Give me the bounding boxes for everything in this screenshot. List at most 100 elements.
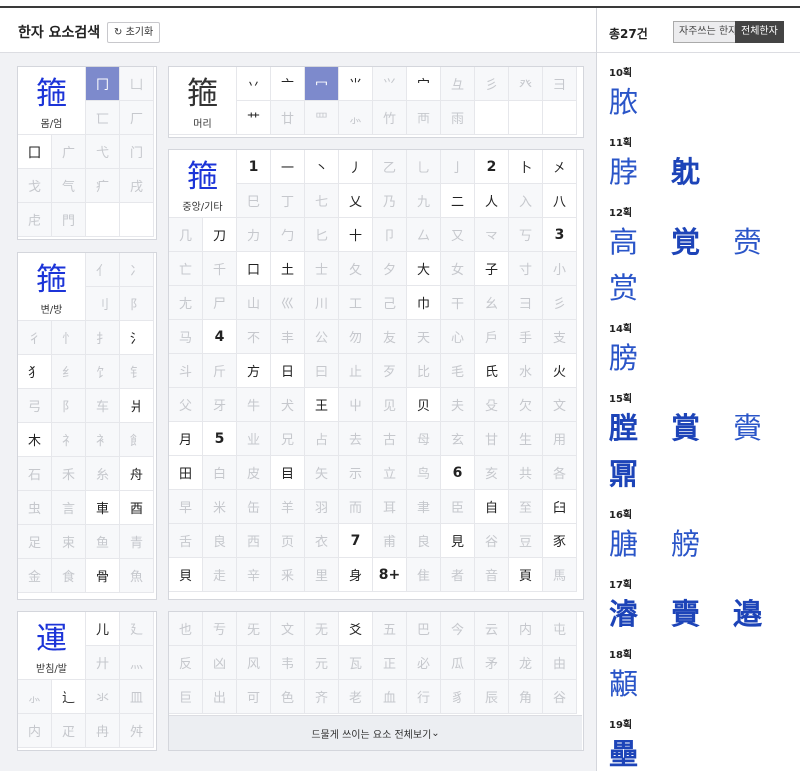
component-cell[interactable]: 忄 <box>52 321 86 355</box>
component-cell[interactable]: 文 <box>543 388 577 422</box>
result-hanja[interactable]: 賞 <box>671 405 733 451</box>
component-cell[interactable]: 车 <box>86 389 120 423</box>
component-cell[interactable]: 正 <box>373 646 407 680</box>
component-cell[interactable]: 饣 <box>86 355 120 389</box>
component-cell[interactable]: 歹 <box>373 354 407 388</box>
component-cell[interactable]: 羽 <box>305 490 339 524</box>
component-cell[interactable]: 屯 <box>543 612 577 646</box>
component-cell[interactable]: 气 <box>52 169 86 203</box>
component-cell[interactable]: 火 <box>543 354 577 388</box>
component-cell[interactable]: 二 <box>441 184 475 218</box>
component-cell[interactable]: 走 <box>203 558 237 592</box>
component-cell[interactable]: 士 <box>305 252 339 286</box>
component-cell[interactable]: 古 <box>373 422 407 456</box>
component-cell[interactable]: ⺌ <box>339 67 373 101</box>
component-cell[interactable]: ⺗ <box>339 101 373 135</box>
component-cell[interactable]: 冖 <box>305 67 339 101</box>
component-cell[interactable]: 幺 <box>475 286 509 320</box>
component-cell[interactable]: 一 <box>271 150 305 184</box>
result-hanja[interactable]: 躭 <box>671 149 733 195</box>
component-cell[interactable]: 八 <box>543 184 577 218</box>
component-cell[interactable]: 由 <box>543 646 577 680</box>
component-cell[interactable]: 玄 <box>441 422 475 456</box>
component-cell[interactable]: 比 <box>407 354 441 388</box>
result-hanja[interactable]: 脖 <box>609 149 671 195</box>
component-cell[interactable]: 皿 <box>120 680 154 714</box>
component-cell[interactable]: 疒 <box>86 169 120 203</box>
component-cell[interactable]: 贝 <box>407 388 441 422</box>
component-cell[interactable]: 豕 <box>543 524 577 558</box>
component-cell[interactable]: 斗 <box>169 354 203 388</box>
component-cell[interactable]: 戌 <box>120 169 154 203</box>
component-cell[interactable]: 见 <box>373 388 407 422</box>
component-cell[interactable]: 疋 <box>52 714 86 748</box>
component-cell[interactable]: 魚 <box>120 559 154 593</box>
component-cell[interactable]: 龴 <box>475 218 509 252</box>
component-cell[interactable]: 文 <box>271 612 305 646</box>
component-cell[interactable]: 糸 <box>86 457 120 491</box>
component-cell[interactable]: 廴 <box>120 612 154 646</box>
component-cell[interactable]: 罒 <box>305 101 339 135</box>
component-cell[interactable]: 卩 <box>373 218 407 252</box>
component-cell[interactable]: 手 <box>509 320 543 354</box>
component-cell[interactable]: 各 <box>543 456 577 490</box>
component-cell[interactable]: 巾 <box>407 286 441 320</box>
component-cell[interactable]: 者 <box>441 558 475 592</box>
component-cell[interactable]: 禾 <box>52 457 86 491</box>
component-cell[interactable]: 廿 <box>271 101 305 135</box>
component-cell[interactable]: 阝 <box>52 389 86 423</box>
component-cell[interactable]: 川 <box>305 286 339 320</box>
component-cell[interactable]: 舛 <box>120 714 154 748</box>
component-cell[interactable]: 戈 <box>18 169 52 203</box>
result-hanja[interactable]: 膀 <box>609 335 671 381</box>
toggle-all[interactable]: 전체한자 <box>735 21 784 43</box>
component-cell[interactable]: 云 <box>475 612 509 646</box>
component-cell[interactable]: 土 <box>271 252 305 286</box>
component-cell[interactable]: 老 <box>339 680 373 714</box>
component-cell[interactable]: 彐 <box>509 286 543 320</box>
component-cell[interactable]: 弓 <box>18 389 52 423</box>
component-cell[interactable]: 又 <box>441 218 475 252</box>
component-cell[interactable]: 瓜 <box>441 646 475 680</box>
component-cell[interactable]: 凵 <box>120 67 154 101</box>
component-cell[interactable]: 虍 <box>18 203 52 237</box>
component-cell[interactable]: 㐅 <box>543 150 577 184</box>
component-cell[interactable]: 业 <box>237 422 271 456</box>
component-cell[interactable]: 占 <box>305 422 339 456</box>
component-cell[interactable]: 丂 <box>509 218 543 252</box>
component-cell[interactable]: 元 <box>305 646 339 680</box>
component-cell[interactable]: 丰 <box>271 320 305 354</box>
component-cell[interactable]: 弋 <box>86 135 120 169</box>
component-cell[interactable]: 女 <box>441 252 475 286</box>
component-cell[interactable]: 欠 <box>509 388 543 422</box>
component-cell[interactable]: 干 <box>441 286 475 320</box>
component-cell[interactable]: 支 <box>543 320 577 354</box>
component-cell[interactable]: 自 <box>475 490 509 524</box>
component-cell[interactable]: 兄 <box>271 422 305 456</box>
component-cell[interactable]: 臣 <box>441 490 475 524</box>
component-cell[interactable]: 乚 <box>407 150 441 184</box>
component-cell[interactable]: 大 <box>407 252 441 286</box>
component-cell[interactable]: 彳 <box>18 321 52 355</box>
component-cell[interactable]: 乙 <box>373 150 407 184</box>
component-cell[interactable]: 色 <box>271 680 305 714</box>
component-cell[interactable]: 釆 <box>271 558 305 592</box>
component-cell[interactable]: 厂 <box>120 101 154 135</box>
component-cell[interactable]: 钅 <box>120 355 154 389</box>
result-hanja[interactable]: 脓 <box>609 79 671 125</box>
component-cell[interactable]: 巳 <box>237 184 271 218</box>
component-cell[interactable]: 毛 <box>441 354 475 388</box>
component-cell[interactable]: 彑 <box>441 67 475 101</box>
component-cell[interactable]: 谷 <box>475 524 509 558</box>
component-cell[interactable]: 衣 <box>305 524 339 558</box>
component-cell[interactable]: 囗 <box>18 135 52 169</box>
result-hanja[interactable]: 赍 <box>733 219 795 265</box>
component-cell[interactable]: 角 <box>509 680 543 714</box>
component-cell[interactable]: 斤 <box>203 354 237 388</box>
component-cell[interactable]: 可 <box>237 680 271 714</box>
component-cell[interactable]: 青 <box>120 525 154 559</box>
component-cell[interactable]: 九 <box>407 184 441 218</box>
component-cell[interactable]: 丿 <box>339 150 373 184</box>
component-cell[interactable]: 貝 <box>169 558 203 592</box>
component-cell[interactable]: 示 <box>339 456 373 490</box>
